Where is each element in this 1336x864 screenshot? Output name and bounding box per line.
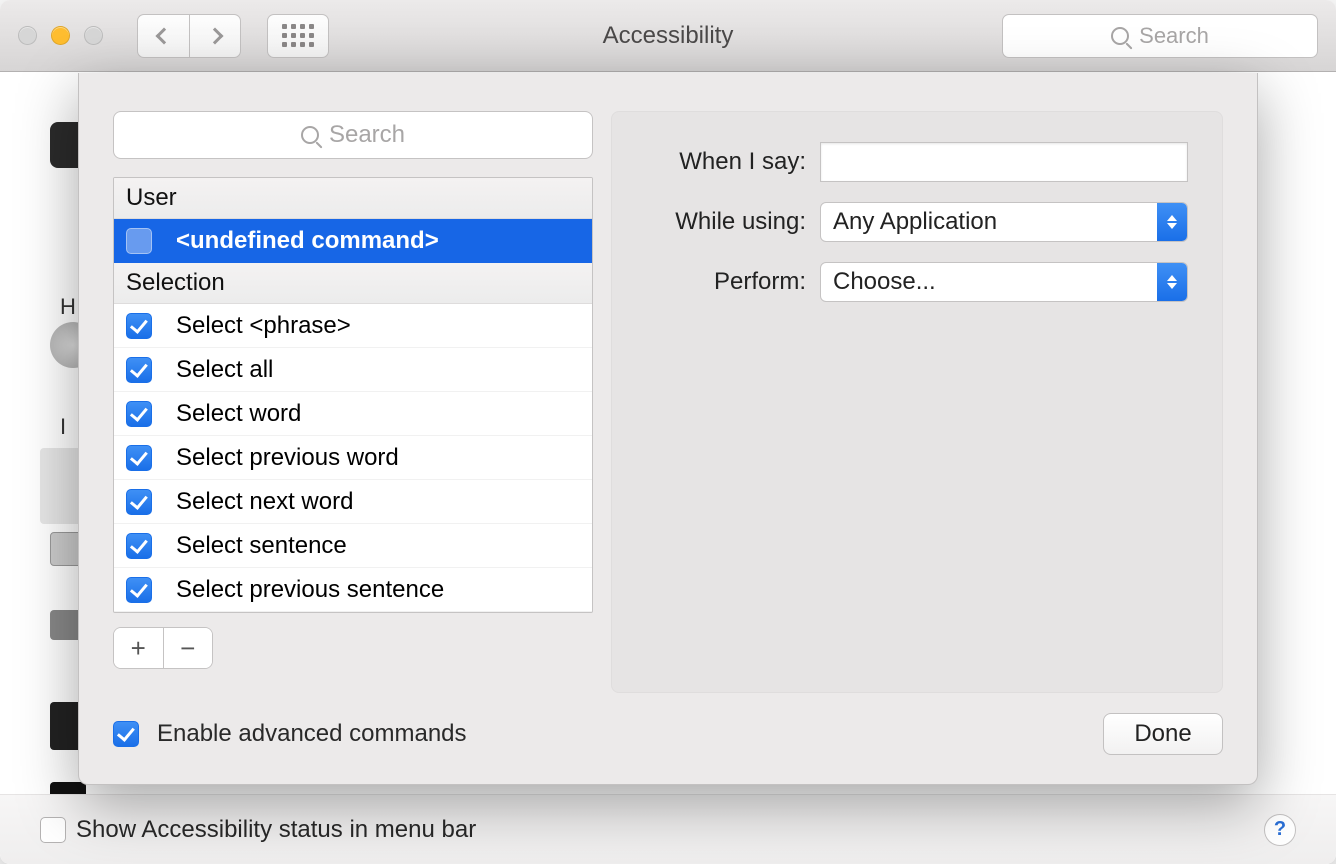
when-label: When I say: xyxy=(646,148,820,176)
traffic-lights xyxy=(18,26,103,45)
list-item[interactable]: Select next word xyxy=(114,480,592,524)
accessibility-window: Accessibility Search H I Show Accessibil… xyxy=(0,0,1336,864)
add-remove-group: + − xyxy=(113,627,213,669)
show-status-checkbox[interactable] xyxy=(40,817,66,843)
item-label: Select word xyxy=(176,400,301,428)
form-row-perform: Perform: Choose... xyxy=(646,262,1188,302)
perform-popup[interactable]: Choose... xyxy=(820,262,1188,302)
form-row-when: When I say: xyxy=(646,142,1188,182)
enable-advanced-checkbox[interactable] xyxy=(113,721,139,747)
list-item[interactable]: Select previous word xyxy=(114,436,592,480)
command-list[interactable]: User <undefined command> Selection Selec… xyxy=(113,177,593,613)
list-item[interactable]: Select previous sentence xyxy=(114,568,592,612)
close-window-icon[interactable] xyxy=(18,26,37,45)
while-popup[interactable]: Any Application xyxy=(820,202,1188,242)
item-label: Select sentence xyxy=(176,532,347,560)
commands-sheet: Search User <undefined command> Selectio… xyxy=(78,73,1258,785)
list-item[interactable]: Select sentence xyxy=(114,524,592,568)
item-checkbox[interactable] xyxy=(126,577,152,603)
while-label: While using: xyxy=(646,208,820,236)
chevron-right-icon xyxy=(207,27,224,44)
toolbar-search-placeholder: Search xyxy=(1139,23,1209,49)
show-all-button[interactable] xyxy=(267,14,329,58)
sidebar-letter-h: H xyxy=(60,294,76,320)
add-button[interactable]: + xyxy=(114,628,164,668)
bottom-bar: Show Accessibility status in menu bar ? xyxy=(0,794,1336,864)
toolbar-search[interactable]: Search xyxy=(1002,14,1318,58)
list-item[interactable]: <undefined command> xyxy=(114,219,592,263)
item-label: Select <phrase> xyxy=(176,312,351,340)
list-item[interactable]: Select all xyxy=(114,348,592,392)
item-label: Select all xyxy=(176,356,273,384)
enable-advanced-label: Enable advanced commands xyxy=(157,720,467,748)
perform-popup-text: Choose... xyxy=(821,263,1157,301)
list-item[interactable]: Select <phrase> xyxy=(114,304,592,348)
item-label: <undefined command> xyxy=(176,227,439,255)
sheet-footer: Enable advanced commands Done xyxy=(79,713,1257,785)
minimize-window-icon[interactable] xyxy=(51,26,70,45)
search-icon xyxy=(1111,27,1129,45)
item-checkbox[interactable] xyxy=(126,445,152,471)
zoom-window-icon[interactable] xyxy=(84,26,103,45)
updown-icon xyxy=(1157,263,1187,301)
nav-group xyxy=(137,14,241,58)
group-header-user: User xyxy=(114,178,592,219)
left-panel: Search User <undefined command> Selectio… xyxy=(113,111,593,669)
item-label: Select next word xyxy=(176,488,353,516)
item-checkbox[interactable] xyxy=(126,357,152,383)
item-checkbox[interactable] xyxy=(126,533,152,559)
sheet-body: Search User <undefined command> Selectio… xyxy=(79,73,1257,713)
right-panel: When I say: While using: Any Application… xyxy=(611,111,1223,693)
help-icon: ? xyxy=(1274,818,1286,841)
item-checkbox[interactable] xyxy=(126,489,152,515)
while-popup-text: Any Application xyxy=(821,203,1157,241)
help-button[interactable]: ? xyxy=(1264,814,1296,846)
item-checkbox[interactable] xyxy=(126,313,152,339)
sidebar-letter-i: I xyxy=(60,414,66,440)
list-item[interactable]: Select word xyxy=(114,392,592,436)
perform-label: Perform: xyxy=(646,268,820,296)
form-row-while: While using: Any Application xyxy=(646,202,1188,242)
sheet-search-placeholder: Search xyxy=(329,121,405,149)
group-header-selection: Selection xyxy=(114,263,592,304)
updown-icon xyxy=(1157,203,1187,241)
when-input[interactable] xyxy=(820,142,1188,182)
back-button[interactable] xyxy=(137,14,189,58)
item-label: Select previous sentence xyxy=(176,576,444,604)
done-button[interactable]: Done xyxy=(1103,713,1223,755)
search-icon xyxy=(301,126,319,144)
titlebar: Accessibility Search xyxy=(0,0,1336,72)
show-status-label: Show Accessibility status in menu bar xyxy=(76,816,476,844)
item-checkbox[interactable] xyxy=(126,228,152,254)
item-checkbox[interactable] xyxy=(126,401,152,427)
forward-button[interactable] xyxy=(189,14,241,58)
item-label: Select previous word xyxy=(176,444,399,472)
chevron-left-icon xyxy=(155,27,172,44)
sheet-search-field[interactable]: Search xyxy=(113,111,593,159)
grid-icon xyxy=(282,24,314,47)
remove-button[interactable]: − xyxy=(164,628,213,668)
